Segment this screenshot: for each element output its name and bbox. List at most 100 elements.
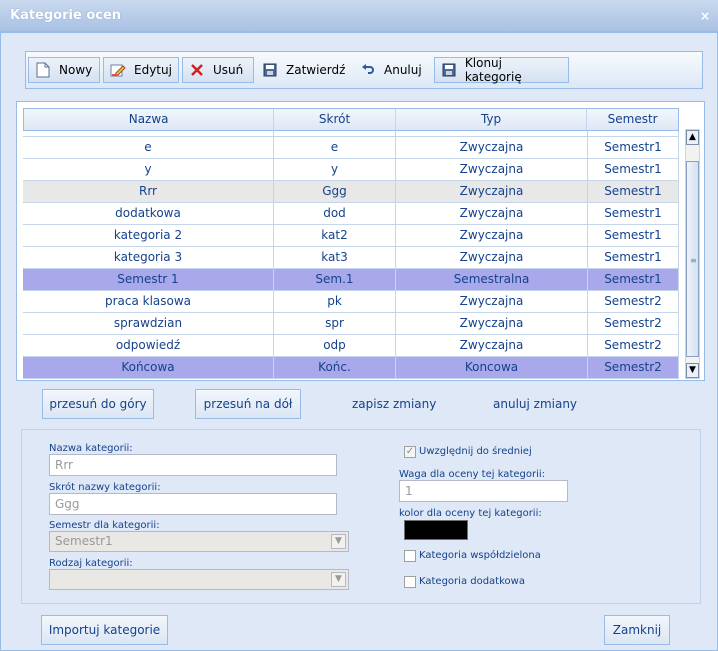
clone-category-button[interactable]: Klonuj kategorię: [434, 56, 569, 84]
table-cell: Semestr1: [588, 137, 679, 158]
table-cell: kategoria 2: [23, 225, 274, 246]
table-cell: sprawdzian: [23, 313, 274, 334]
undo-arrow-icon: [360, 62, 376, 78]
table-cell: Zwyczajna: [396, 313, 588, 334]
edit-button[interactable]: Edytuj: [103, 57, 179, 83]
table-cell: Zwyczajna: [396, 159, 588, 180]
table-cell: Zwyczajna: [396, 181, 588, 202]
table-cell: odpowiedź: [23, 335, 274, 356]
scroll-down-icon[interactable]: ▼: [686, 363, 699, 378]
table-cell: Zwyczajna: [396, 291, 588, 312]
category-short-field[interactable]: Ggg: [49, 493, 337, 515]
table-cell: [588, 131, 679, 136]
new-document-icon: [35, 62, 51, 78]
table-cell: y: [274, 159, 396, 180]
discard-changes-link[interactable]: anuluj zmiany: [493, 397, 577, 411]
edit-icon: [110, 62, 126, 78]
name-label: Nazwa kategorii:: [49, 443, 133, 454]
table-cell: dod: [274, 203, 396, 224]
extra-category-checkbox[interactable]: [404, 576, 416, 588]
table-cell: Zwyczajna: [396, 247, 588, 268]
table-cell: Zwyczajna: [396, 137, 588, 158]
grid-rows: e e Zwyczajna Semestr1 y y Zwyczajna Semestr1 …: [23, 131, 679, 379]
scroll-up-icon[interactable]: ▲: [686, 130, 699, 145]
confirm-button[interactable]: Zatwierdź: [258, 57, 352, 83]
table-cell: Semestr1: [588, 225, 679, 246]
semester-select[interactable]: Semestr1 ▼: [49, 531, 349, 552]
table-cell: odp: [274, 335, 396, 356]
table-cell: Zwyczajna: [396, 225, 588, 246]
table-row[interactable]: e e Zwyczajna Semestr1: [23, 137, 679, 159]
table-row-semester[interactable]: Końcowa Końc. Koncowa Semestr2: [23, 357, 679, 379]
table-cell: Semestr 1: [23, 269, 274, 290]
type-label: Rodzaj kategorii:: [49, 558, 133, 569]
chevron-down-icon: ▼: [331, 572, 346, 587]
delete-x-icon: [189, 62, 205, 78]
delete-button[interactable]: Usuń: [182, 57, 254, 83]
header-semester[interactable]: Semestr: [587, 109, 678, 130]
table-row-selected[interactable]: Rrr Ggg Zwyczajna Semestr1: [23, 181, 679, 203]
table-cell: Ggg: [274, 181, 396, 202]
chevron-down-icon: ▼: [331, 534, 346, 549]
table-row[interactable]: kategoria 2 kat2 Zwyczajna Semestr1: [23, 225, 679, 247]
weight-field[interactable]: 1: [399, 480, 568, 502]
table-row-semester[interactable]: Semestr 1 Sem.1 Semestralna Semestr1: [23, 269, 679, 291]
table-cell: Sem.1: [274, 269, 396, 290]
clone-category-label: Klonuj kategorię: [464, 56, 522, 84]
table-cell: praca klasowa: [23, 291, 274, 312]
table-cell: dodatkowa: [23, 203, 274, 224]
table-cell: e: [23, 137, 274, 158]
close-icon[interactable]: ×: [700, 9, 710, 23]
delete-button-label: Usuń: [213, 63, 244, 77]
table-cell: Zwyczajna: [396, 203, 588, 224]
header-short[interactable]: Skrót: [274, 109, 396, 130]
save-changes-link[interactable]: zapisz zmiany: [352, 397, 436, 411]
color-swatch[interactable]: [404, 520, 468, 540]
shared-category-checkbox[interactable]: [404, 550, 416, 562]
grid-header: Nazwa Skrót Typ Semestr: [23, 108, 679, 131]
grip-icon: ≡: [690, 256, 697, 265]
table-cell: Semestr1: [588, 159, 679, 180]
table-cell: Koncowa: [396, 357, 588, 378]
extra-category-label: Kategoria dodatkowa: [419, 576, 525, 587]
table-cell: Semestr2: [588, 291, 679, 312]
table-cell: Semestr1: [588, 203, 679, 224]
scroll-thumb[interactable]: ≡: [686, 161, 699, 357]
grid-scrollbar[interactable]: ▲ ≡ ▼: [685, 129, 700, 379]
table-cell: Semestr2: [588, 357, 679, 378]
window-title: Kategorie ocen: [10, 8, 122, 23]
edit-button-label: Edytuj: [134, 63, 172, 77]
table-cell: Semestralna: [396, 269, 588, 290]
move-down-button[interactable]: przesuń na dół: [195, 389, 301, 419]
table-row[interactable]: sprawdzian spr Zwyczajna Semestr2: [23, 313, 679, 335]
header-type[interactable]: Typ: [396, 109, 588, 130]
table-cell: e: [274, 137, 396, 158]
table-cell: Semestr2: [588, 313, 679, 334]
new-button[interactable]: Nowy: [28, 57, 100, 83]
table-cell: kategoria 3: [23, 247, 274, 268]
category-name-field[interactable]: Rrr: [49, 454, 337, 476]
new-button-label: Nowy: [59, 63, 93, 77]
table-row[interactable]: dodatkowa dod Zwyczajna Semestr1: [23, 203, 679, 225]
table-cell: Rrr: [23, 181, 274, 202]
semester-select-value: Semestr1: [55, 534, 113, 548]
include-average-label: Uwzględnij do średniej: [419, 446, 532, 457]
import-categories-button[interactable]: Importuj kategorie: [41, 615, 168, 645]
table-row[interactable]: odpowiedź odp Zwyczajna Semestr2: [23, 335, 679, 357]
table-cell: kat2: [274, 225, 396, 246]
cancel-button[interactable]: Anuluj: [356, 57, 432, 83]
table-row[interactable]: y y Zwyczajna Semestr1: [23, 159, 679, 181]
table-cell: Końcowa: [23, 357, 274, 378]
table-cell: Semestr2: [588, 335, 679, 356]
table-row[interactable]: praca klasowa pk Zwyczajna Semestr2: [23, 291, 679, 313]
table-row[interactable]: kategoria 3 kat3 Zwyczajna Semestr1: [23, 247, 679, 269]
move-up-button[interactable]: przesuń do góry: [42, 389, 154, 419]
header-name[interactable]: Nazwa: [24, 109, 275, 130]
table-cell: Semestr1: [588, 247, 679, 268]
include-average-checkbox[interactable]: ✓: [404, 446, 416, 458]
close-button[interactable]: Zamknij: [604, 615, 670, 645]
table-cell: kat3: [274, 247, 396, 268]
window-titlebar: Kategorie ocen ×: [0, 0, 718, 32]
type-select[interactable]: ▼: [49, 569, 349, 590]
table-cell: Semestr1: [588, 269, 679, 290]
